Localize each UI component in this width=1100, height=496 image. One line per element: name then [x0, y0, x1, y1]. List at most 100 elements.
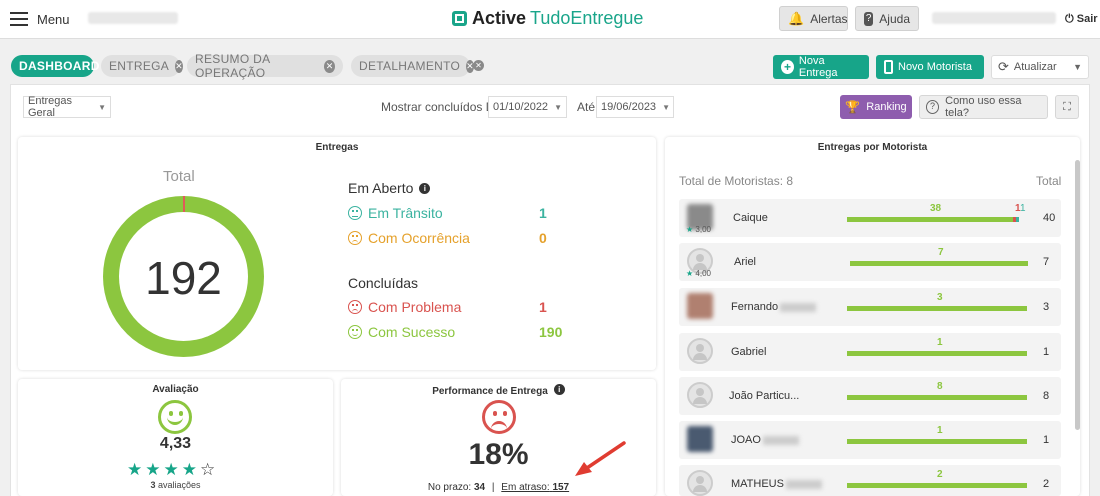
- driver-total: 1: [1043, 346, 1050, 358]
- tab-label: DASHBOARD: [19, 59, 100, 73]
- logout-button[interactable]: ⏻ Sair: [1065, 13, 1098, 26]
- driver-bar: [847, 351, 1027, 356]
- smile-face-icon: [348, 325, 362, 339]
- total-label: Total: [163, 168, 195, 185]
- close-icon[interactable]: ✕: [324, 59, 335, 73]
- driver-bar-label: 3: [937, 292, 943, 303]
- sad-face-icon: [482, 400, 516, 434]
- driver-name: MATHEUS: [731, 478, 822, 490]
- atualizar-label: Atualizar: [1013, 61, 1057, 73]
- driver-name: Gabriel: [731, 346, 767, 358]
- em-aberto-label: Em Aberto: [348, 180, 414, 196]
- driver-row[interactable]: MATHEUS 2 2: [679, 465, 1061, 496]
- hamburger-icon[interactable]: [10, 12, 28, 26]
- driver-row[interactable]: Gabriel 1 1: [679, 333, 1061, 371]
- nova-entrega-button[interactable]: + Nova Entrega: [773, 55, 869, 79]
- blurred-company: [88, 12, 178, 24]
- avaliacao-score: 4,33: [159, 435, 192, 452]
- driver-row[interactable]: JOAO 1 1: [679, 421, 1061, 459]
- star-filled-icon: ★: [145, 460, 164, 479]
- como-uso-button[interactable]: ? Como uso essa tela?: [919, 95, 1048, 119]
- com-ocorrencia-link[interactable]: Com Ocorrência: [348, 230, 470, 246]
- power-icon: ⏻: [1065, 13, 1074, 25]
- em-transito-link[interactable]: Em Trânsito: [348, 205, 443, 221]
- logo-icon: [452, 11, 467, 26]
- driver-name: Ariel: [734, 256, 757, 268]
- driver-row[interactable]: Fernando 3 3: [679, 288, 1061, 326]
- logo-text-light: TudoEntregue: [530, 8, 644, 28]
- driver-bar: [850, 261, 1028, 266]
- avaliacao-count: 3 avaliações: [0, 480, 351, 490]
- info-icon[interactable]: i: [419, 183, 431, 194]
- card-title: Avaliação: [152, 384, 199, 395]
- driver-bar-label: 2: [937, 469, 943, 480]
- driver-name: JOAO: [731, 434, 799, 446]
- date-to-select[interactable]: 19/06/2023 ▼: [596, 96, 674, 118]
- alerts-label: Alertas: [810, 11, 848, 26]
- help-button[interactable]: ? Ajuda: [855, 6, 919, 31]
- star-filled-icon: ★: [181, 460, 200, 479]
- alerts-button[interactable]: 🔔 Alertas: [779, 6, 848, 31]
- concluidas-heading: Concluídas: [348, 275, 419, 291]
- driver-total: 8: [1043, 390, 1050, 402]
- refresh-icon: ⟳: [998, 59, 1009, 74]
- ate-label: Até: [577, 100, 596, 114]
- help-label: Ajuda: [879, 11, 910, 26]
- blurred-surname: [780, 302, 817, 312]
- driver-rating: ★ 4,00: [686, 269, 711, 278]
- com-ocorrencia-label: Com Ocorrência: [368, 230, 470, 246]
- menu-label[interactable]: Menu: [37, 12, 70, 27]
- sad-face-icon: [348, 231, 362, 245]
- driver-name-text: Fernando: [731, 301, 779, 313]
- driver-bar-label-transit: 1: [1020, 203, 1026, 214]
- avaliacao-count-number: 3: [150, 480, 156, 490]
- ranking-button[interactable]: 🏆 Ranking: [840, 95, 912, 119]
- chevron-down-icon: ▼: [98, 102, 106, 112]
- donut-slice-problema: [183, 196, 185, 212]
- driver-row[interactable]: ★ 4,00 Ariel 7 7: [679, 243, 1061, 281]
- close-all-icon[interactable]: ✕: [473, 60, 484, 71]
- blurred-surname: [762, 435, 799, 445]
- chevron-down-icon[interactable]: ▼: [1073, 62, 1082, 72]
- no-prazo-value: 34: [474, 482, 486, 493]
- driver-bar: [847, 483, 1027, 488]
- no-prazo-label: No prazo:: [427, 482, 472, 493]
- total-motoristas-label: Total de Motoristas: 8: [679, 174, 794, 188]
- tab-detalhamento[interactable]: DETALHAMENTO ✕: [351, 55, 475, 77]
- atualizar-button[interactable]: ⟳ Atualizar ▼: [991, 55, 1089, 79]
- driver-row[interactable]: João Particu... 8 8: [679, 377, 1061, 415]
- info-icon[interactable]: i: [553, 384, 565, 395]
- tipo-select[interactable]: Entregas Geral ▼: [23, 95, 111, 119]
- star-filled-icon: ★: [127, 460, 146, 479]
- tab-resumo-operacao[interactable]: RESUMO DA OPERAÇÃO ✕: [187, 52, 343, 80]
- date-to-value: 19/06/2023: [601, 101, 657, 113]
- com-sucesso-link[interactable]: Com Sucesso: [348, 324, 455, 340]
- close-icon[interactable]: ✕: [175, 59, 183, 73]
- performance-title: Performance de Entrega: [432, 386, 548, 397]
- em-atraso-link[interactable]: Em atraso: 157: [501, 482, 569, 493]
- top-bar: Menu Active TudoEntregue 🔔 Alertas ? Aju…: [0, 0, 1100, 39]
- total-donut-chart[interactable]: 192: [103, 196, 264, 357]
- com-problema-link[interactable]: Com Problema: [348, 299, 461, 315]
- tab-dashboard[interactable]: DASHBOARD: [11, 55, 99, 77]
- driver-total: 1: [1043, 434, 1050, 446]
- driver-name-text: JOAO: [731, 434, 761, 446]
- phone-icon: [884, 60, 893, 74]
- driver-rating: ★ 3,00: [686, 225, 711, 234]
- scrollbar[interactable]: [1075, 160, 1080, 430]
- fullscreen-button[interactable]: ⛶: [1055, 95, 1079, 119]
- tab-label: ENTREGA: [109, 59, 170, 73]
- date-from-select[interactable]: 01/10/2022 ▼: [488, 96, 567, 118]
- driver-rating-value: 4,00: [695, 269, 711, 278]
- novo-motorista-button[interactable]: Novo Motorista: [876, 55, 984, 79]
- driver-rating-value: 3,00: [695, 225, 711, 234]
- star-empty-icon: ☆: [200, 460, 219, 479]
- avatar: [687, 382, 713, 408]
- question-icon: ?: [864, 11, 874, 26]
- tab-entrega[interactable]: ENTREGA ✕: [101, 55, 183, 77]
- app-logo[interactable]: Active TudoEntregue: [452, 8, 643, 29]
- driver-bar-label: 1: [937, 425, 943, 436]
- com-sucesso-count: 190: [539, 324, 563, 340]
- com-problema-count: 1: [539, 299, 547, 315]
- driver-row[interactable]: ★ 3,00 Caique 38 1 1 40: [679, 199, 1061, 237]
